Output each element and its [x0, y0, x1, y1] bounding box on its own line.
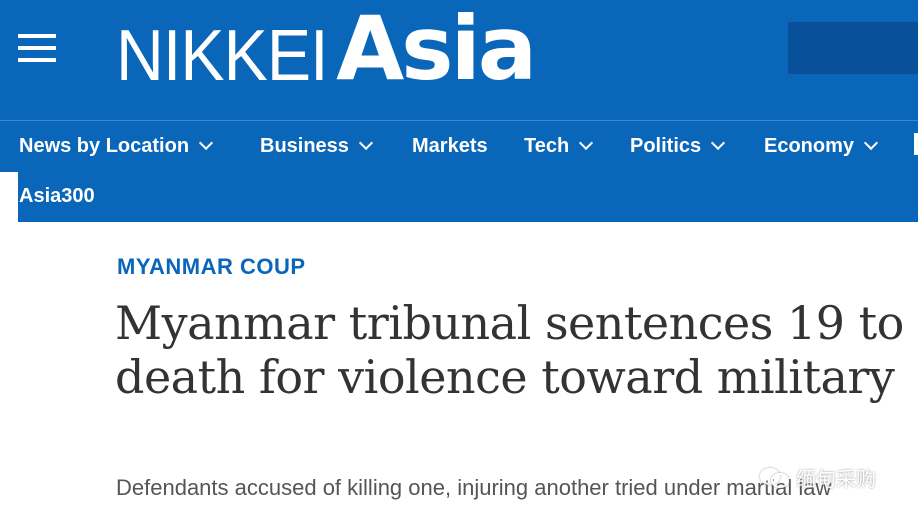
menu-bar-middle [18, 46, 56, 50]
nav-item-label: Business [260, 135, 349, 157]
nikkei-asia-logo[interactable]: NIKKEI Asia [116, 0, 537, 118]
nav-item-label: Markets [412, 135, 488, 157]
chevron-down-icon [711, 135, 726, 151]
page-edge [0, 172, 18, 222]
nav-item-markets[interactable]: Markets [412, 132, 488, 160]
nav-divider [0, 120, 918, 121]
menu-bar-top [18, 34, 56, 38]
nav-item-asia300[interactable]: Asia300 [19, 182, 95, 210]
chevron-down-icon [358, 135, 374, 151]
logo-nikkei-text: NIKKEI [116, 16, 329, 96]
nav-item-tech[interactable]: Tech [524, 132, 594, 160]
article-section-label[interactable]: MYANMAR COUP [117, 254, 306, 280]
menu-bar-bottom [18, 58, 56, 62]
nav-item-label: Politics [630, 135, 702, 157]
nav-item-news-by-location[interactable]: News by Location [19, 132, 214, 160]
nav-item-business[interactable]: Business [260, 132, 374, 160]
nav-item-label: Tech [524, 135, 570, 157]
hamburger-menu-icon[interactable] [18, 34, 56, 62]
chevron-down-icon [198, 135, 214, 151]
nav-item-label: Asia300 [19, 185, 95, 207]
wechat-icon [760, 466, 790, 488]
site-header: NIKKEI Asia News by Location Business Ma… [0, 0, 918, 222]
search-area[interactable] [788, 22, 918, 74]
nav-item-label: Economy [764, 135, 855, 157]
chevron-down-icon [579, 135, 594, 151]
chevron-down-icon [863, 135, 879, 151]
nav-overflow-indicator [914, 133, 918, 155]
wechat-watermark: 缅甸采购 [760, 462, 876, 492]
article-headline: Myanmar tribunal sentences 19 to death f… [115, 296, 904, 404]
nav-item-economy[interactable]: Economy [764, 132, 879, 160]
nav-item-politics[interactable]: Politics [630, 132, 726, 160]
watermark-text: 缅甸采购 [796, 468, 876, 491]
logo-asia-text: Asia [336, 0, 537, 100]
article-subheadline: Defendants accused of killing one, injur… [116, 475, 832, 500]
nav-item-label: News by Location [19, 135, 190, 157]
